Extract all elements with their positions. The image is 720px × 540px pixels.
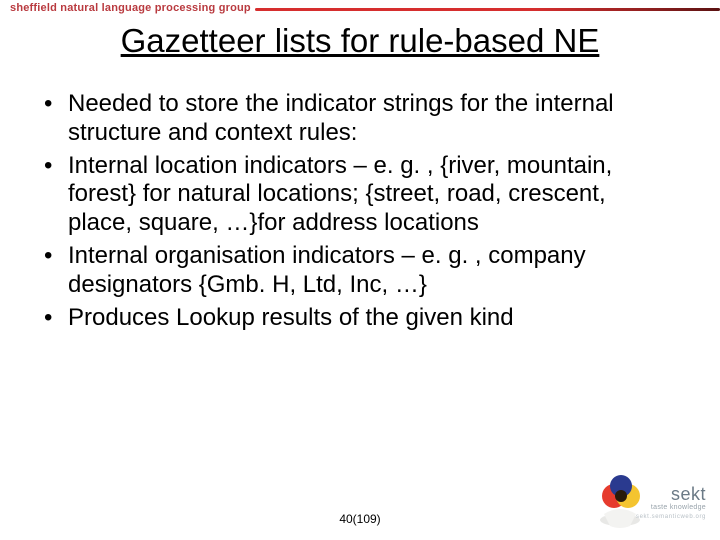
bullet-list: Needed to store the indicator strings fo… <box>40 90 670 332</box>
logo-url: sekt.semanticweb.org <box>636 514 706 520</box>
list-item: Needed to store the indicator strings fo… <box>40 90 670 148</box>
header-divider <box>255 8 720 11</box>
slide-title: Gazetteer lists for rule-based NE <box>0 22 720 60</box>
list-item: Produces Lookup results of the given kin… <box>40 304 670 333</box>
sekt-logo: sekt taste knowledge sekt.semanticweb.or… <box>590 474 710 534</box>
list-item: Internal organisation indicators – e. g.… <box>40 242 670 300</box>
list-item: Internal location indicators – e. g. , {… <box>40 152 670 238</box>
logo-name: sekt <box>671 484 706 505</box>
page-number: 40(109) <box>339 512 380 526</box>
slide-body: Needed to store the indicator strings fo… <box>40 90 670 336</box>
logo-tagline: taste knowledge <box>651 504 706 511</box>
slide-header: sheffield natural language processing gr… <box>0 0 720 22</box>
header-group-name: sheffield natural language processing gr… <box>10 2 251 14</box>
